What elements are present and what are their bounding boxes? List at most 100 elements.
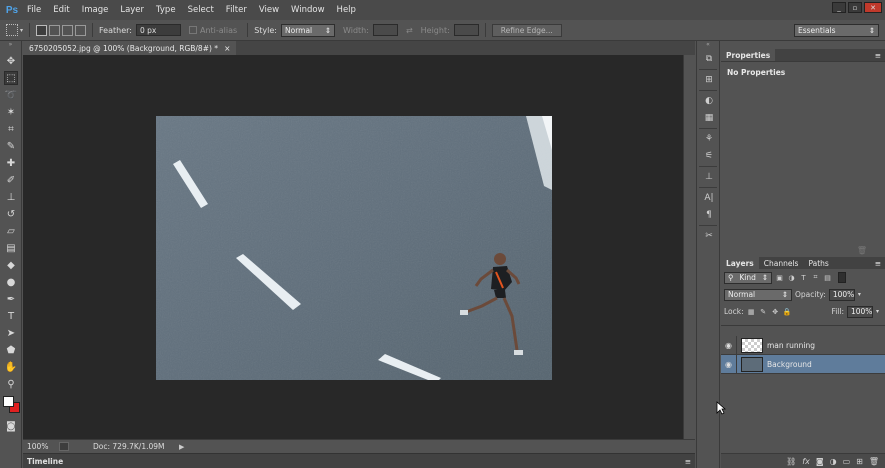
rectangular-marquee-tool-icon[interactable]: ⬚ (4, 71, 18, 85)
canvas-area[interactable] (23, 55, 695, 439)
new-layer-icon[interactable]: ⊞ (856, 457, 863, 466)
color-panel-icon[interactable]: ◐ (701, 94, 717, 108)
zoom-tool-icon[interactable]: ⚲ (4, 377, 18, 391)
filter-shape-icon[interactable]: ⌗ (811, 273, 820, 282)
gradient-tool-icon[interactable]: ▤ (4, 241, 18, 255)
swatches-panel-icon[interactable]: ▦ (701, 111, 717, 125)
tab-channels[interactable]: Channels (759, 257, 804, 269)
layer-row-man-running[interactable]: ◉ man running (721, 335, 885, 355)
new-adjustment-icon[interactable]: ◑ (830, 457, 837, 466)
filter-toggle[interactable] (838, 272, 846, 283)
opacity-input[interactable]: 100% (828, 288, 855, 301)
workspace-select[interactable]: Essentials ⇕ (794, 24, 879, 37)
subtract-selection-icon[interactable] (62, 24, 74, 36)
vertical-scrollbar[interactable] (683, 55, 695, 439)
path-selection-tool-icon[interactable]: ➤ (4, 326, 18, 340)
history-panel-icon[interactable]: ⧉ (701, 52, 717, 66)
swap-icon[interactable]: ⇄ (406, 26, 413, 35)
restore-button[interactable]: ▫ (848, 2, 862, 13)
status-menu-arrow-icon[interactable]: ▶ (179, 443, 184, 451)
menu-edit[interactable]: Edit (47, 5, 75, 15)
width-input[interactable] (372, 24, 398, 36)
tool-presets-panel-icon[interactable]: ✂ (701, 229, 717, 243)
menu-window[interactable]: Window (285, 5, 331, 15)
filter-adjustment-icon[interactable]: ◑ (787, 273, 796, 282)
eye-icon[interactable]: ◉ (721, 354, 737, 374)
magic-wand-tool-icon[interactable]: ✶ (4, 105, 18, 119)
menu-select[interactable]: Select (182, 5, 220, 15)
close-button[interactable]: ✕ (864, 2, 882, 13)
height-input[interactable] (453, 24, 479, 36)
character-panel-icon[interactable]: A| (701, 191, 717, 205)
filter-smart-object-icon[interactable]: ▤ (823, 273, 832, 282)
menu-view[interactable]: View (253, 5, 285, 15)
lasso-tool-icon[interactable]: ➰ (4, 88, 18, 102)
lock-image-icon[interactable]: ✎ (759, 307, 768, 316)
crop-tool-icon[interactable]: ⌗ (4, 122, 18, 136)
eye-icon[interactable]: ◉ (721, 335, 737, 355)
add-mask-icon[interactable]: ◙ (816, 457, 824, 466)
lock-position-icon[interactable]: ✥ (771, 307, 780, 316)
style-select[interactable]: Normal ⇕ (281, 23, 335, 37)
minimize-button[interactable]: _ (832, 2, 846, 13)
lock-transparent-icon[interactable]: ▦ (747, 307, 756, 316)
timeline-panel[interactable]: Timeline ≡ (23, 453, 695, 468)
brush-panel-icon[interactable]: ⚘ (701, 132, 717, 146)
panel-menu-icon[interactable]: ≡ (685, 457, 691, 466)
hand-tool-icon[interactable]: ✋ (4, 360, 18, 374)
delete-layer-icon[interactable]: 🗑 (869, 457, 879, 466)
opacity-dropdown-icon[interactable]: ▾ (858, 291, 861, 298)
new-group-icon[interactable]: ▭ (843, 457, 851, 466)
fill-dropdown-icon[interactable]: ▾ (876, 308, 879, 315)
color-swatches[interactable] (1, 394, 21, 416)
menu-image[interactable]: Image (76, 5, 115, 15)
panel-menu-icon[interactable]: ≡ (875, 259, 881, 268)
blur-tool-icon[interactable]: ◆ (4, 258, 18, 272)
zoom-level[interactable]: 100% (27, 442, 59, 451)
layer-comps-panel-icon[interactable]: ⊞ (701, 73, 717, 87)
move-tool-icon[interactable]: ✥ (4, 54, 18, 68)
intersect-selection-icon[interactable] (75, 24, 87, 36)
dodge-tool-icon[interactable]: ● (4, 275, 18, 289)
document-tab[interactable]: 6750205052.jpg @ 100% (Background, RGB/8… (23, 41, 237, 55)
fill-input[interactable]: 100% (846, 305, 873, 318)
preset-dropdown-icon[interactable]: ▾ (20, 27, 23, 34)
menu-type[interactable]: Type (150, 5, 182, 15)
collapse-icon[interactable]: » (0, 41, 21, 51)
link-layers-icon[interactable]: ⛓ (786, 457, 796, 466)
shape-tool-icon[interactable]: ⬟ (4, 343, 18, 357)
paragraph-panel-icon[interactable]: ¶ (701, 208, 717, 222)
refine-edge-button[interactable]: Refine Edge... (491, 23, 562, 37)
type-tool-icon[interactable]: T (4, 309, 18, 323)
clone-source-panel-icon[interactable]: ⊥ (701, 170, 717, 184)
lock-all-icon[interactable]: 🔒 (783, 307, 792, 316)
brush-presets-panel-icon[interactable]: ⚟ (701, 149, 717, 163)
menu-help[interactable]: Help (331, 5, 362, 15)
filter-pixel-icon[interactable]: ▣ (775, 273, 784, 282)
pen-tool-icon[interactable]: ✒ (4, 292, 18, 306)
history-brush-tool-icon[interactable]: ↺ (4, 207, 18, 221)
panel-menu-icon[interactable]: ≡ (875, 51, 881, 60)
clone-stamp-tool-icon[interactable]: ⊥ (4, 190, 18, 204)
tab-properties[interactable]: Properties (721, 49, 776, 61)
document-image[interactable] (156, 116, 552, 380)
foreground-color-swatch[interactable] (3, 396, 14, 407)
filter-type-icon[interactable]: T (799, 273, 808, 282)
quick-mask-icon[interactable]: ◙ (4, 419, 18, 433)
healing-brush-tool-icon[interactable]: ✚ (4, 156, 18, 170)
eraser-tool-icon[interactable]: ▱ (4, 224, 18, 238)
new-selection-icon[interactable] (36, 24, 48, 36)
feather-input[interactable]: 0 px (135, 24, 181, 36)
eyedropper-tool-icon[interactable]: ✎ (4, 139, 18, 153)
layer-style-icon[interactable]: fx (802, 457, 810, 466)
add-selection-icon[interactable] (49, 24, 61, 36)
anti-alias-checkbox[interactable]: Anti-alias (188, 26, 241, 35)
brush-tool-icon[interactable]: ✐ (4, 173, 18, 187)
tab-layers[interactable]: Layers (721, 257, 759, 269)
filter-kind-select[interactable]: ⚲ Kind ⇕ (724, 271, 772, 284)
blend-mode-select[interactable]: Normal ⇕ (724, 288, 792, 301)
layer-row-background[interactable]: ◉ Background (721, 354, 885, 374)
document-info-icon[interactable] (59, 442, 69, 451)
tab-paths[interactable]: Paths (803, 257, 833, 269)
close-tab-icon[interactable]: × (224, 44, 230, 53)
